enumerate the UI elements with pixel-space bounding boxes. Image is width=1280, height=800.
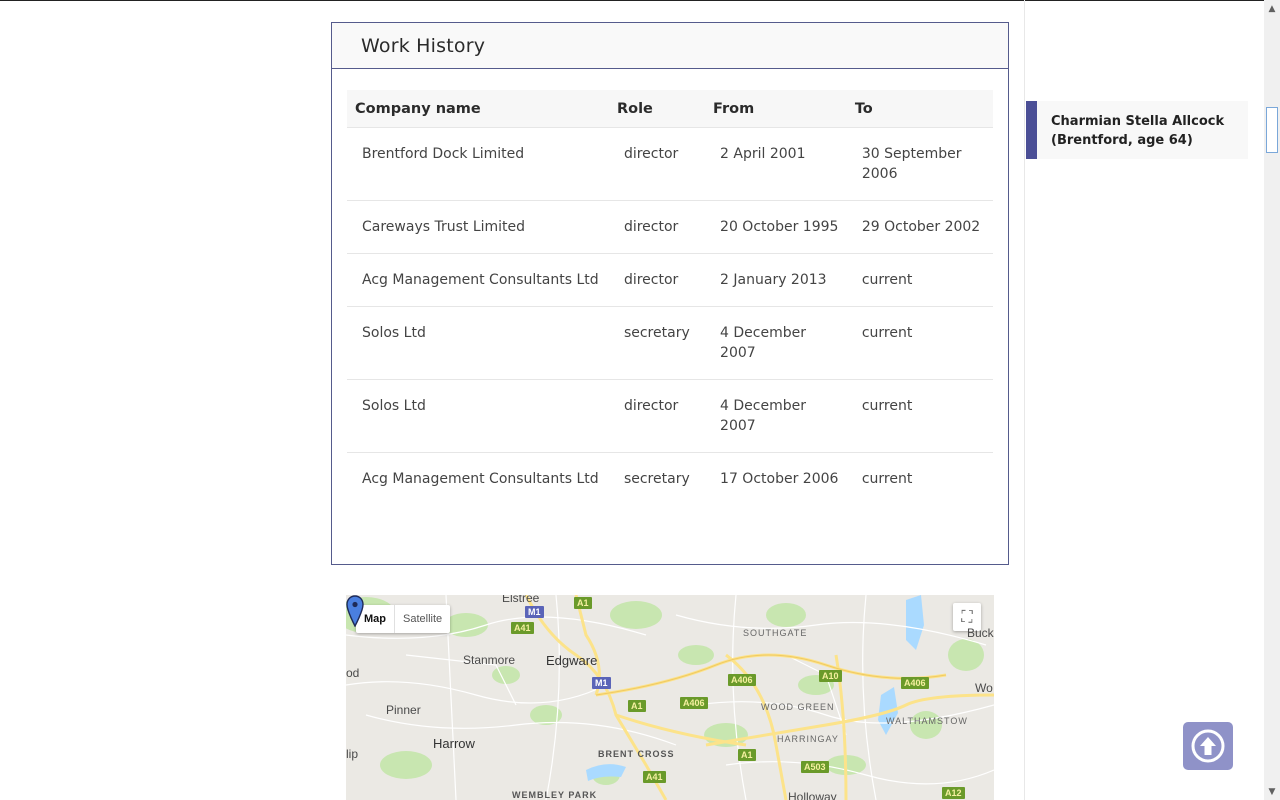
location-pin-icon[interactable] [346, 595, 364, 627]
company-cell: Acg Management Consultants Ltd [362, 471, 599, 487]
map-label: WEMBLEY PARK [512, 790, 598, 800]
road-shield: A41 [643, 771, 666, 783]
table-row: Brentford Dock Limited director 2 April … [347, 127, 993, 201]
scroll-down-icon[interactable]: ▼ [1264, 783, 1280, 800]
from-cell: 2 April 2001 [705, 127, 847, 201]
back-to-top-button[interactable] [1183, 722, 1233, 770]
work-history-card: Work History Company name Role From To B… [331, 22, 1009, 565]
role-cell: director [608, 200, 706, 254]
page-scrollbar[interactable]: ▲ ▼ [1264, 0, 1280, 800]
scroll-up-icon[interactable]: ▲ [1264, 0, 1280, 17]
road-shield: A1 [574, 597, 592, 609]
column-header-to: To [846, 90, 993, 128]
sidebar-person-link[interactable]: Charmian Stella Allcock (Brentford, age … [1026, 101, 1248, 159]
map-label: WOOD GREEN [761, 702, 835, 712]
to-cell: current [846, 306, 993, 380]
company-cell: Acg Management Consultants Ltd [347, 253, 609, 307]
satellite-view-button[interactable]: Satellite [395, 605, 450, 633]
table-row: Acg Management Consultants Ltd secretary… [347, 453, 993, 506]
column-header-from: From [705, 90, 847, 128]
to-cell: current [861, 471, 913, 487]
map-label: Harrow [433, 736, 475, 751]
table-row: Careways Trust Limited director 20 Octob… [347, 200, 993, 254]
from-cell: 4 December 2007 [705, 379, 847, 453]
sidebar-divider [1024, 0, 1025, 800]
role-cell: director [608, 253, 706, 307]
role-cell: director [608, 379, 706, 453]
to-cell: 29 October 2002 [846, 200, 993, 254]
road-shield: A406 [901, 677, 929, 689]
map-label: Pinner [386, 703, 421, 717]
to-cell: current [846, 379, 993, 453]
road-shield: A10 [819, 670, 842, 682]
map-label: od [346, 666, 360, 680]
map-label: WALTHAMSTOW [886, 716, 968, 726]
company-cell: Brentford Dock Limited [347, 127, 609, 201]
road-shield: A12 [942, 787, 965, 799]
company-cell: Careways Trust Limited [347, 200, 609, 254]
road-shield: A1 [738, 749, 756, 761]
to-cell: current [846, 253, 993, 307]
from-cell: 4 December 2007 [705, 306, 847, 380]
column-header-role: Role [608, 90, 706, 128]
work-history-title: Work History [361, 34, 486, 57]
map-label: Holloway [788, 790, 837, 800]
top-border [0, 0, 1264, 1]
table-row: Solos Ltd secretary 4 December 2007 curr… [347, 306, 993, 380]
map-label: Edgware [546, 653, 598, 668]
road-shield: M1 [592, 677, 611, 689]
from-cell: 20 October 1995 [705, 200, 847, 254]
scrollbar-thumb[interactable] [1266, 107, 1278, 153]
road-shield: M1 [525, 606, 544, 618]
location-map[interactable]: Map Satellite ⛶ Elstree Edgware Stanmore… [346, 595, 994, 800]
company-cell: Solos Ltd [347, 379, 609, 453]
map-label: Wo [975, 681, 993, 695]
table-row: Solos Ltd director 4 December 2007 curre… [347, 379, 993, 453]
map-label: Elstree [502, 595, 540, 605]
from-cell: 17 October 2006 [720, 471, 839, 487]
company-cell: Solos Ltd [347, 306, 609, 380]
map-label: HARRINGAY [777, 734, 839, 744]
road-shield: A406 [728, 674, 756, 686]
road-shield: A1 [628, 700, 646, 712]
work-history-header: Work History [332, 23, 1008, 69]
arrow-up-circle-icon [1191, 729, 1225, 763]
road-shield: A406 [680, 697, 708, 709]
table-row: Acg Management Consultants Ltd director … [347, 253, 993, 307]
role-cell: director [608, 127, 706, 201]
column-header-company: Company name [347, 90, 609, 128]
to-cell: 30 September 2006 [846, 127, 993, 201]
road-shield: A41 [511, 622, 534, 634]
map-label: SOUTHGATE [743, 628, 808, 638]
map-label: Stanmore [463, 653, 516, 667]
map-label: BRENT CROSS [598, 749, 675, 759]
map-type-control: Map Satellite [356, 605, 451, 633]
table-header-row: Company name Role From To [347, 90, 993, 128]
role-cell: secretary [623, 471, 690, 487]
from-cell: 2 January 2013 [705, 253, 847, 307]
role-cell: secretary [608, 306, 706, 380]
map-label: lip [346, 747, 359, 761]
work-history-table: Company name Role From To Brentford Dock… [347, 90, 993, 505]
map-label: Buck [967, 626, 994, 640]
road-shield: A503 [801, 761, 829, 773]
